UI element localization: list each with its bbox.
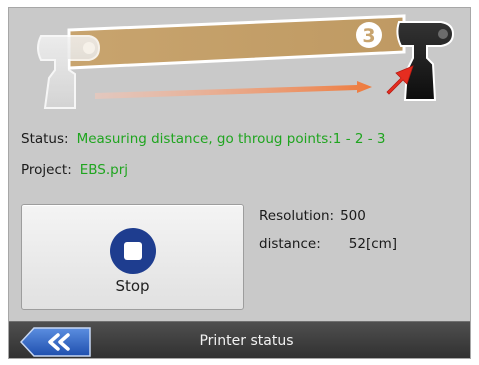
distance-readout: distance: 52[cm] — [259, 236, 397, 252]
distance-label: distance: — [259, 236, 321, 252]
measurement-beam — [67, 14, 406, 70]
step-number-badge: 3 — [356, 22, 382, 48]
project-label: Project: — [21, 162, 72, 178]
status-line: Status: Measuring distance, go throug poi… — [21, 131, 385, 147]
stop-button-label: Stop — [115, 277, 150, 295]
bottom-bar: Printer status — [9, 321, 470, 358]
svg-text:3: 3 — [362, 25, 375, 47]
distance-value: 52[cm] — [348, 236, 398, 252]
resolution-readout: Resolution: 500 — [259, 208, 366, 224]
measuring-illustration: 3 — [37, 14, 455, 109]
direction-arrow — [95, 81, 372, 99]
status-value: Measuring distance, go throug points:1 -… — [76, 131, 386, 147]
status-label: Status: — [21, 131, 69, 147]
project-line: Project: EBS.prj — [21, 162, 128, 178]
current-device-icon — [396, 21, 455, 101]
printer-status-screen: 3 Status: Measuring distance, go throug p… — [8, 7, 471, 359]
stop-icon — [109, 228, 156, 274]
stop-button[interactable]: Stop — [21, 204, 244, 310]
page-title: Printer status — [199, 333, 294, 349]
resolution-value: 500 — [340, 208, 366, 224]
start-device-icon — [37, 35, 101, 109]
resolution-label: Resolution: — [259, 208, 335, 224]
project-value: EBS.prj — [79, 162, 129, 178]
